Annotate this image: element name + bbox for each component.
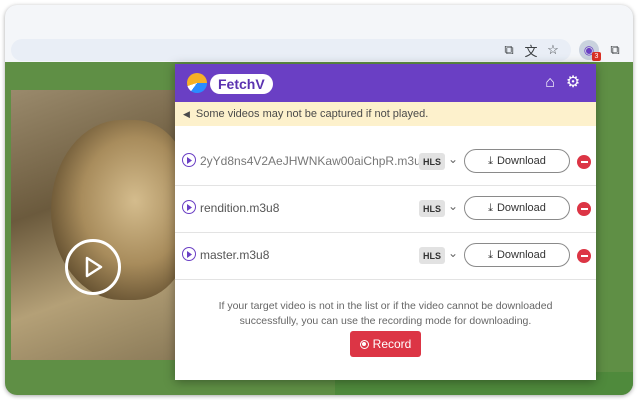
chevron-down-icon[interactable]: ⌄ (448, 199, 458, 213)
recording-hint: If your target video is not in the list … (218, 300, 553, 327)
preview-play-button[interactable] (182, 247, 196, 261)
install-app-icon[interactable]: ⧉ (499, 40, 519, 60)
play-icon (187, 250, 192, 258)
address-bar[interactable] (11, 39, 571, 61)
fetchv-extension-button[interactable]: ◉ 3 (579, 40, 601, 61)
media-item: master.m3u8 HLS ⌄ ⤓ Download (175, 233, 596, 280)
star-icon[interactable]: ☆ (543, 40, 563, 60)
chevron-down-icon[interactable]: ⌄ (448, 152, 458, 166)
record-icon (359, 339, 369, 349)
fetchv-logo-icon (187, 73, 207, 93)
minus-icon (580, 255, 588, 257)
browser-toolbar: ⧉ 文 ☆ ◉ 3 ⧉ (5, 5, 633, 62)
download-icon: ⤓ (488, 248, 493, 261)
play-icon (187, 203, 192, 211)
video-player[interactable] (11, 90, 191, 360)
play-icon (85, 256, 103, 278)
preview-play-button[interactable] (182, 200, 196, 214)
download-icon: ⤓ (488, 201, 493, 214)
minus-icon (580, 208, 588, 210)
minus-icon (580, 161, 588, 163)
remove-button[interactable] (577, 249, 591, 263)
speaker-icon: ◀ (183, 108, 190, 119)
translate-icon[interactable]: 文 (521, 40, 541, 60)
record-label: Record (372, 337, 412, 351)
brand-name: FetchV (210, 74, 273, 94)
download-button[interactable]: ⤓ Download (464, 196, 570, 220)
media-filename: rendition.m3u8 (200, 201, 280, 215)
preview-play-button[interactable] (182, 153, 196, 167)
record-button[interactable]: Record (350, 331, 421, 357)
play-icon (187, 156, 192, 164)
fetchv-popup: FetchV ⌂ ⚙ ◀ Some videos may not be capt… (175, 64, 596, 380)
download-button[interactable]: ⤓ Download (464, 243, 570, 267)
home-icon[interactable]: ⌂ (541, 74, 559, 92)
download-label: Download (496, 202, 546, 214)
extensions-icon[interactable]: ⧉ (605, 40, 625, 60)
media-filename: master.m3u8 (200, 248, 270, 262)
download-button[interactable]: ⤓ Download (464, 149, 570, 173)
format-badge: HLS (419, 200, 445, 217)
popup-header: FetchV ⌂ ⚙ (175, 64, 596, 102)
remove-button[interactable] (577, 202, 591, 216)
remove-button[interactable] (577, 155, 591, 169)
gear-icon[interactable]: ⚙ (564, 74, 582, 92)
media-item: rendition.m3u8 HLS ⌄ ⤓ Download (175, 186, 596, 233)
notice-text: Some videos may not be captured if not p… (195, 108, 429, 120)
download-label: Download (496, 249, 546, 261)
media-filename: 2yYd8ns4V2AeJHWNKaw00aiChpR.m3u8 (200, 154, 422, 168)
media-item: 2yYd8ns4V2AeJHWNKaw00aiChpR.m3u8 HLS ⌄ ⤓… (175, 139, 596, 186)
play-button[interactable] (65, 239, 121, 295)
chevron-down-icon[interactable]: ⌄ (448, 246, 458, 260)
format-badge: HLS (419, 153, 445, 170)
extension-badge: 3 (592, 52, 601, 61)
download-label: Download (496, 155, 546, 167)
notice-bar: ◀ Some videos may not be captured if not… (175, 102, 596, 126)
download-icon: ⤓ (488, 154, 493, 167)
format-badge: HLS (419, 247, 445, 264)
